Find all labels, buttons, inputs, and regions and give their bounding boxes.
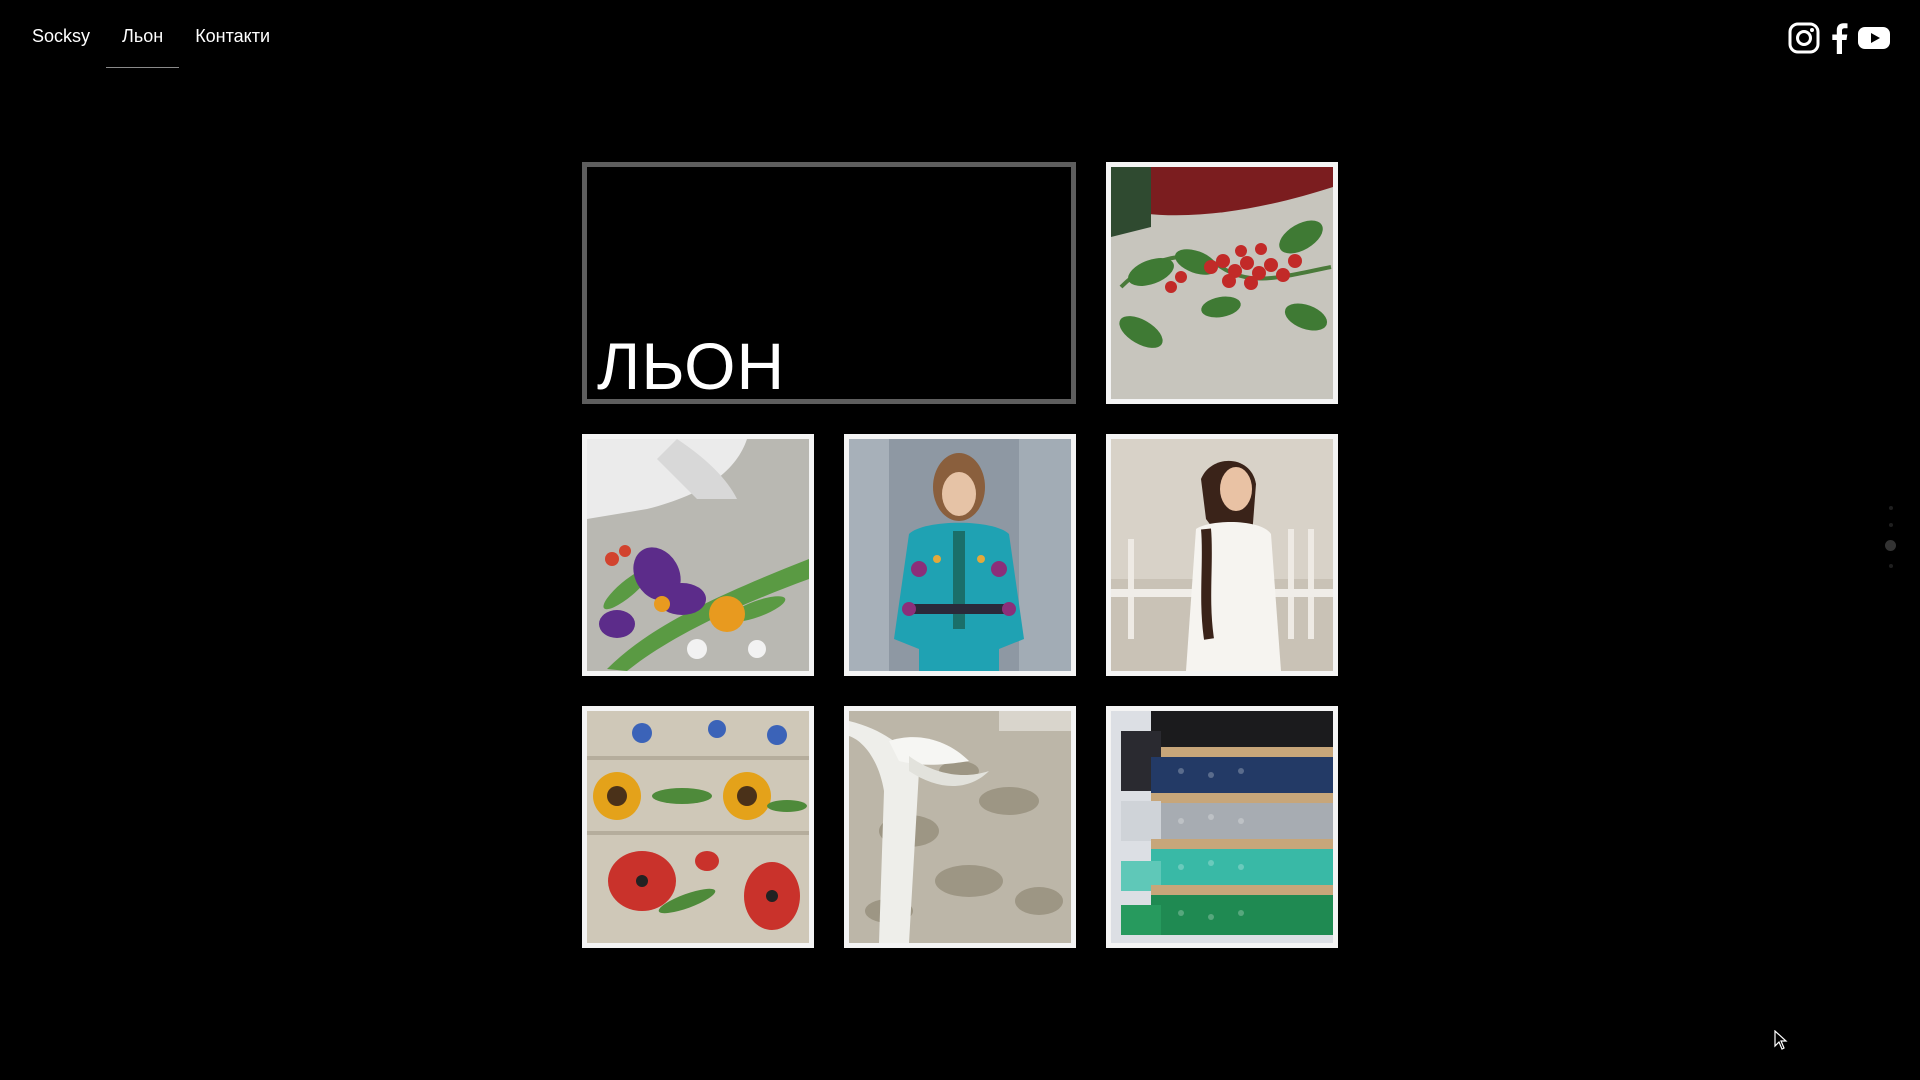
gallery-image-lace-rolls[interactable]: [1106, 706, 1338, 948]
mouse-cursor-icon: [1774, 1030, 1788, 1050]
youtube-icon[interactable]: [1858, 26, 1890, 50]
gallery-image-linen-ribbon[interactable]: [844, 706, 1076, 948]
page-title: ЛЬОН: [597, 329, 786, 403]
gallery-image-rowan-berries[interactable]: [1106, 162, 1338, 404]
pager-dot[interactable]: [1888, 523, 1893, 527]
title-box: ЛЬОН: [582, 162, 1076, 404]
pager-dot[interactable]: [1888, 506, 1893, 510]
pager-dot-active[interactable]: [1885, 540, 1896, 551]
gallery: ЛЬОН: [582, 162, 1338, 948]
facebook-icon[interactable]: [1830, 22, 1848, 54]
gallery-image-white-dress[interactable]: [1106, 434, 1338, 676]
instagram-icon[interactable]: [1788, 22, 1820, 54]
gallery-image-turquoise-blouse[interactable]: [844, 434, 1076, 676]
nav-item-socksy[interactable]: Socksy: [16, 0, 106, 68]
social-links: [1788, 22, 1890, 54]
gallery-image-sunflowers-poppies[interactable]: [582, 706, 814, 948]
gallery-image-iris[interactable]: [582, 434, 814, 676]
section-pager: [1885, 506, 1896, 568]
top-nav: Socksy Льон Контакти: [0, 0, 286, 68]
nav-item-lyon[interactable]: Льон: [106, 0, 180, 68]
pager-dot[interactable]: [1888, 564, 1893, 568]
nav-item-contacts[interactable]: Контакти: [179, 0, 286, 68]
